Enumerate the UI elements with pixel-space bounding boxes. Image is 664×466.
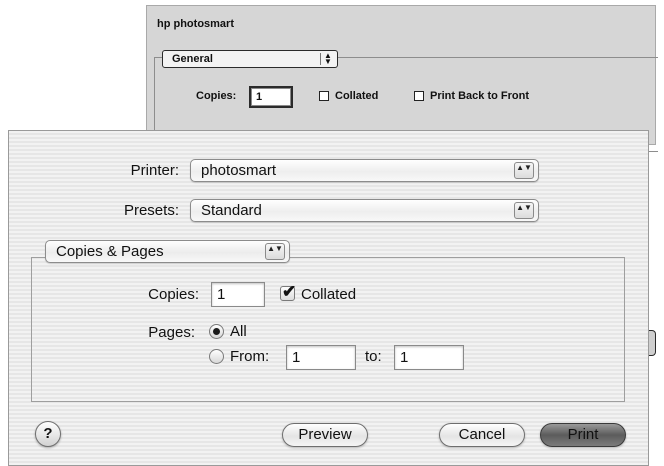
copies-field[interactable]: 1 bbox=[211, 282, 265, 307]
background-collated-checkbox[interactable] bbox=[319, 91, 329, 101]
background-print-back-to-front-checkbox[interactable] bbox=[414, 91, 424, 101]
pages-all-label: All bbox=[230, 323, 247, 340]
collated-checkbox[interactable]: ✔ bbox=[280, 282, 296, 301]
checkmark-icon: ✔ bbox=[282, 282, 297, 301]
pages-all-radio[interactable] bbox=[209, 324, 224, 339]
popup-arrows-icon: ▲▼ bbox=[320, 52, 335, 66]
background-copies-label: Copies: bbox=[196, 90, 237, 102]
collated-label: Collated bbox=[301, 286, 357, 303]
to-label: to: bbox=[365, 348, 382, 365]
printer-popup[interactable]: photosmart ▲▼ bbox=[190, 159, 539, 182]
panel-popup[interactable]: Copies & Pages ▲▼ bbox=[45, 240, 290, 263]
background-collated-label: Collated bbox=[335, 90, 379, 102]
background-panel-popup-label: General bbox=[172, 53, 213, 65]
print-dialog: Printer: photosmart ▲▼ Presets: Standard… bbox=[8, 130, 649, 466]
cancel-button[interactable]: Cancel bbox=[439, 423, 525, 447]
presets-label: Presets: bbox=[123, 202, 179, 219]
printer-popup-value: photosmart bbox=[201, 162, 277, 179]
print-button[interactable]: Print bbox=[540, 423, 626, 447]
help-button[interactable]: ? bbox=[35, 421, 61, 447]
background-panel-popup[interactable]: General ▲ ▼ bbox=[162, 50, 338, 68]
presets-popup-value: Standard bbox=[201, 202, 262, 219]
pages-from-label: From: bbox=[230, 348, 270, 365]
popup-arrows-icon: ▲▼ bbox=[514, 162, 534, 179]
to-page-field[interactable]: 1 bbox=[394, 345, 464, 370]
pages-label: Pages: bbox=[148, 324, 195, 341]
panel-popup-value: Copies & Pages bbox=[56, 243, 164, 260]
presets-popup[interactable]: Standard ▲▼ bbox=[190, 199, 539, 222]
pages-from-radio[interactable] bbox=[209, 349, 224, 364]
popup-arrows-icon: ▲▼ bbox=[514, 202, 534, 219]
background-copies-field[interactable]: 1 bbox=[249, 86, 293, 108]
preview-button[interactable]: Preview bbox=[282, 423, 368, 447]
printer-label: Printer: bbox=[130, 162, 179, 179]
copies-label: Copies: bbox=[148, 286, 199, 303]
background-dialog-title: hp photosmart bbox=[157, 18, 234, 30]
from-page-field[interactable]: 1 bbox=[286, 345, 356, 370]
popup-arrows-icon: ▲▼ bbox=[265, 243, 285, 260]
background-print-back-to-front-label: Print Back to Front bbox=[430, 90, 530, 102]
